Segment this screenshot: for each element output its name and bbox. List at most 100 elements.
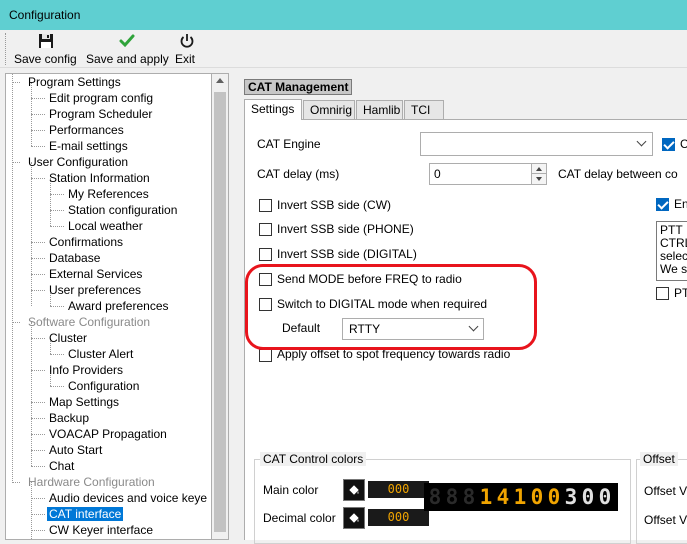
tree-item-info-providers[interactable]: Info Providers: [31, 362, 123, 378]
lcd-digit: 4: [496, 485, 510, 509]
right-option-checkbox-3[interactable]: [656, 287, 669, 300]
toolbar: Save config Save and apply Exit: [0, 30, 687, 68]
default-mode-value: RTTY: [349, 322, 381, 336]
cat-control-colors-legend: CAT Control colors: [260, 452, 367, 466]
tree-item-voacap-propagation[interactable]: VOACAP Propagation: [31, 426, 167, 442]
lcd-digit: 8: [462, 485, 476, 509]
save-config-label: Save config: [14, 52, 77, 66]
tree-item-my-references[interactable]: My References: [50, 186, 149, 202]
tree-line: [31, 322, 32, 466]
cat-delay-input[interactable]: 0: [429, 163, 547, 185]
save-and-apply-label: Save and apply: [86, 52, 169, 66]
switch-to-digital-checkbox[interactable]: [259, 298, 272, 311]
tree-item-performances[interactable]: Performances: [31, 122, 124, 138]
tree-item-award-preferences[interactable]: Award preferences: [50, 298, 169, 314]
invert-ssb-cw-checkbox[interactable]: [259, 199, 272, 212]
toolbar-grip: [5, 33, 7, 65]
tree-item-local-weather[interactable]: Local weather: [50, 218, 143, 234]
tree-item-program-settings[interactable]: Program Settings: [12, 74, 121, 90]
lcd-digit: 0: [547, 485, 561, 509]
cat-delay-label: CAT delay (ms): [257, 167, 340, 181]
exit-label: Exit: [175, 52, 196, 66]
lcd-digit: 0: [530, 485, 544, 509]
tree-item-cw-keyer-interface[interactable]: CW Keyer interface: [31, 522, 153, 538]
tree-item-edit-program-config[interactable]: Edit program config: [31, 90, 153, 106]
tree-scrollbar[interactable]: [212, 73, 229, 540]
tree-item-auto-start[interactable]: Auto Start: [31, 442, 102, 458]
main-color-value: 000: [368, 481, 429, 498]
decimal-color-label: Decimal color: [263, 511, 336, 525]
ptt-info-line: We s: [660, 262, 687, 276]
tree-item-cluster-alert[interactable]: Cluster Alert: [50, 346, 133, 362]
decimal-color-value: 000: [368, 509, 429, 526]
tab-settings[interactable]: Settings: [244, 99, 302, 120]
save-config-button[interactable]: Save config: [14, 32, 78, 66]
window-titlebar: Configuration: [0, 0, 687, 30]
default-mode-select[interactable]: RTTY: [342, 318, 484, 340]
right-option-checkbox-1[interactable]: [662, 138, 675, 151]
ptt-info-text: PTT CTRL selec We s: [656, 221, 687, 281]
tree-item-station-information[interactable]: Station Information: [31, 170, 150, 186]
lcd-digit: 1: [513, 485, 527, 509]
tree-item-map-settings[interactable]: Map Settings: [31, 394, 119, 410]
apply-offset-checkbox[interactable]: [259, 349, 272, 362]
invert-ssb-digital-checkbox[interactable]: [259, 248, 272, 261]
tree-item-backup[interactable]: Backup: [31, 410, 89, 426]
tree-item-external-services[interactable]: External Services: [31, 266, 142, 282]
tree-item-email-settings[interactable]: E-mail settings: [31, 138, 128, 154]
tree-item-audio-devices[interactable]: Audio devices and voice keye: [31, 490, 207, 506]
right-option-checkbox-2[interactable]: [656, 198, 669, 211]
tree-item-info-configuration[interactable]: Configuration: [50, 378, 139, 394]
scrollbar-thumb[interactable]: [214, 92, 226, 532]
frequency-lcd-preview: 88814100300: [424, 483, 618, 511]
right-option-label-2: En: [674, 197, 687, 211]
decimal-color-picker-button[interactable]: [343, 507, 365, 529]
tab-tci[interactable]: TCI: [404, 100, 444, 119]
tab-omnirig[interactable]: Omnirig: [303, 100, 355, 119]
cat-engine-label: CAT Engine: [257, 137, 321, 151]
main-color-picker-button[interactable]: [343, 479, 365, 501]
right-option-label-3: PT: [674, 286, 687, 300]
tree-item-cluster[interactable]: Cluster: [31, 330, 87, 346]
tree-line: [31, 162, 32, 306]
tab-hamlib[interactable]: Hamlib: [356, 100, 403, 119]
tree-item-software-configuration[interactable]: Software Configuration: [12, 314, 150, 330]
paint-bucket-icon: [349, 513, 359, 523]
save-and-apply-button[interactable]: Save and apply: [86, 32, 169, 66]
invert-ssb-cw-label: Invert SSB side (CW): [277, 198, 392, 212]
tree-item-program-scheduler[interactable]: Program Scheduler: [31, 106, 152, 122]
lcd-digit: 0: [581, 485, 595, 509]
lcd-digit: 0: [598, 485, 612, 509]
apply-offset-label: Apply offset to spot frequency towards r…: [277, 347, 511, 361]
cat-delay-value: 0: [434, 167, 441, 181]
switch-to-digital-label: Switch to DIGITAL mode when required: [277, 297, 488, 311]
cat-engine-select[interactable]: [420, 132, 653, 156]
invert-ssb-phone-checkbox[interactable]: [259, 223, 272, 236]
tree-item-user-preferences[interactable]: User preferences: [31, 282, 141, 298]
send-mode-before-freq-checkbox[interactable]: [259, 273, 272, 286]
cat-delay-decrement[interactable]: [531, 174, 546, 184]
tree-item-confirmations[interactable]: Confirmations: [31, 234, 123, 250]
cat-delay-increment[interactable]: [531, 164, 546, 174]
window-title: Configuration: [9, 8, 81, 22]
cat-management-title: CAT Management: [244, 79, 353, 95]
default-mode-label: Default: [282, 321, 321, 335]
tree-item-chat[interactable]: Chat: [31, 458, 74, 474]
lcd-digit: 8: [428, 485, 442, 509]
invert-ssb-digital-label: Invert SSB side (DIGITAL): [277, 247, 417, 261]
exit-button[interactable]: Exit: [175, 32, 199, 66]
chevron-down-icon: [468, 321, 479, 332]
offset-group: [636, 459, 687, 544]
tree-item-cat-interface[interactable]: CAT interface: [31, 506, 124, 522]
power-icon: [180, 34, 194, 48]
tree-item-user-configuration[interactable]: User Configuration: [12, 154, 128, 170]
chevron-down-icon: [636, 136, 647, 147]
arrow-down-icon: [536, 177, 542, 181]
offset-label-2: Offset V: [644, 513, 687, 527]
tree-item-database[interactable]: Database: [31, 250, 100, 266]
tree-item-station-configuration[interactable]: Station configuration: [50, 202, 177, 218]
settings-tree[interactable]: Program Settings Edit program config Pro…: [5, 73, 212, 540]
cat-delay-between-label: CAT delay between co: [558, 167, 678, 181]
tree-item-hardware-configuration[interactable]: Hardware Configuration: [12, 474, 155, 490]
scroll-up-arrow-icon[interactable]: [216, 78, 224, 83]
